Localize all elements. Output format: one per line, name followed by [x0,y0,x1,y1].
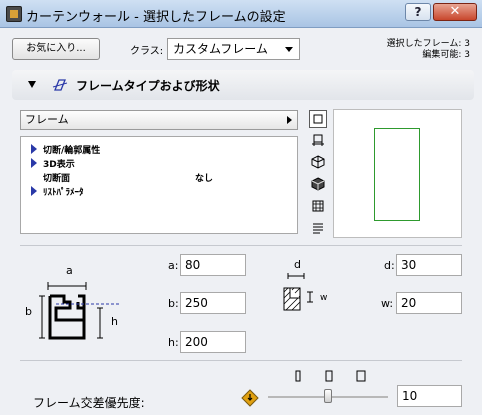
cube-solid-icon [311,177,325,191]
frame-type-icon [52,79,68,91]
diagram-label-h: h [111,315,118,328]
selected-count: 選択したフレーム: 3 [386,39,470,49]
tree-item-cut-surface[interactable]: 切断面 なし [21,167,297,184]
diagram-label-d: d [294,258,301,271]
view-list-button[interactable] [309,220,327,238]
param-a-label: a: [168,259,179,272]
help-button[interactable]: ? [405,3,431,21]
expand-arrow-icon[interactable] [31,186,37,196]
param-w-label: w: [381,297,394,310]
param-b-input[interactable]: 250 [180,292,246,314]
title-bar[interactable]: カーテンウォール - 選択したフレームの設定 ? ✕ [0,0,482,28]
priority-high-icon [356,370,366,382]
class-select-value: カスタムフレーム [173,42,268,56]
chevron-down-icon [285,47,293,52]
param-b-label: b: [168,297,179,310]
frame-preview-shape [374,128,420,221]
divider [20,360,462,361]
window-title: カーテンウォール - 選択したフレームの設定 [26,10,286,25]
param-h-label: h: [168,336,179,349]
priority-mid-icon [325,370,333,382]
panel-title: フレームタイプおよび形状 [76,79,220,93]
plan-view-icon [312,134,324,146]
frame-preview [333,109,462,238]
param-h-input[interactable]: 200 [180,331,246,353]
view-plan-button[interactable] [309,132,327,150]
settings-tree: 切断/輪郭属性 3D表示 切断面 なし ﾘｽﾄﾊﾟﾗﾒｰﾀ [20,136,298,234]
tree-item-section-attributes[interactable]: 切断/輪郭属性 [21,139,297,156]
view-3d-wire-button[interactable] [309,154,327,172]
diagram-label-a: a [66,264,73,277]
priority-slider-thumb[interactable] [324,389,332,403]
collapse-triangle-icon[interactable] [28,81,36,88]
view-2d-button[interactable] [309,110,327,128]
close-button[interactable]: ✕ [433,3,477,21]
view-section-button[interactable] [309,198,327,216]
priority-low-icon [295,370,301,382]
frame-dropdown-value: フレーム [25,113,69,126]
app-icon [6,6,22,22]
frame-dropdown[interactable]: フレーム [20,110,298,130]
profile-diagram-icon [39,282,120,340]
param-d-input[interactable]: 30 [396,254,462,276]
dialog-window: カーテンウォール - 選択したフレームの設定 ? ✕ お気に入り... クラス:… [0,0,482,415]
diagram-label-b: b [25,305,32,318]
favorites-button[interactable]: お気に入り... [12,38,100,60]
tree-item-list-parameters[interactable]: ﾘｽﾄﾊﾟﾗﾒｰﾀ [21,181,297,198]
param-a-input[interactable]: 80 [180,254,246,276]
chevron-right-icon [287,116,292,124]
editable-count: 編集可能: 3 [422,50,470,60]
section-view-icon [312,200,324,212]
tree-item-3d-display[interactable]: 3D表示 [21,153,297,170]
square-icon [313,114,323,124]
list-icon [313,223,323,234]
priority-label: フレーム交差優先度: [33,396,145,410]
priority-diamond-icon[interactable] [240,388,260,408]
divider [20,245,462,246]
priority-input[interactable]: 10 [397,385,462,407]
panel-header[interactable]: フレームタイプおよび形状 [12,70,474,100]
selection-info: 選択したフレーム: 3 編集可能: 3 [387,39,470,61]
param-w-input[interactable]: 20 [396,292,462,314]
cube-wire-icon [311,155,325,169]
view-3d-solid-button[interactable] [309,176,327,194]
tree-item-label: ﾘｽﾄﾊﾟﾗﾒｰﾀ [43,188,84,198]
class-select[interactable]: カスタムフレーム [167,38,300,60]
diagram-label-w: w [320,293,328,303]
class-label: クラス: [130,46,164,57]
param-d-label: d: [384,259,395,272]
